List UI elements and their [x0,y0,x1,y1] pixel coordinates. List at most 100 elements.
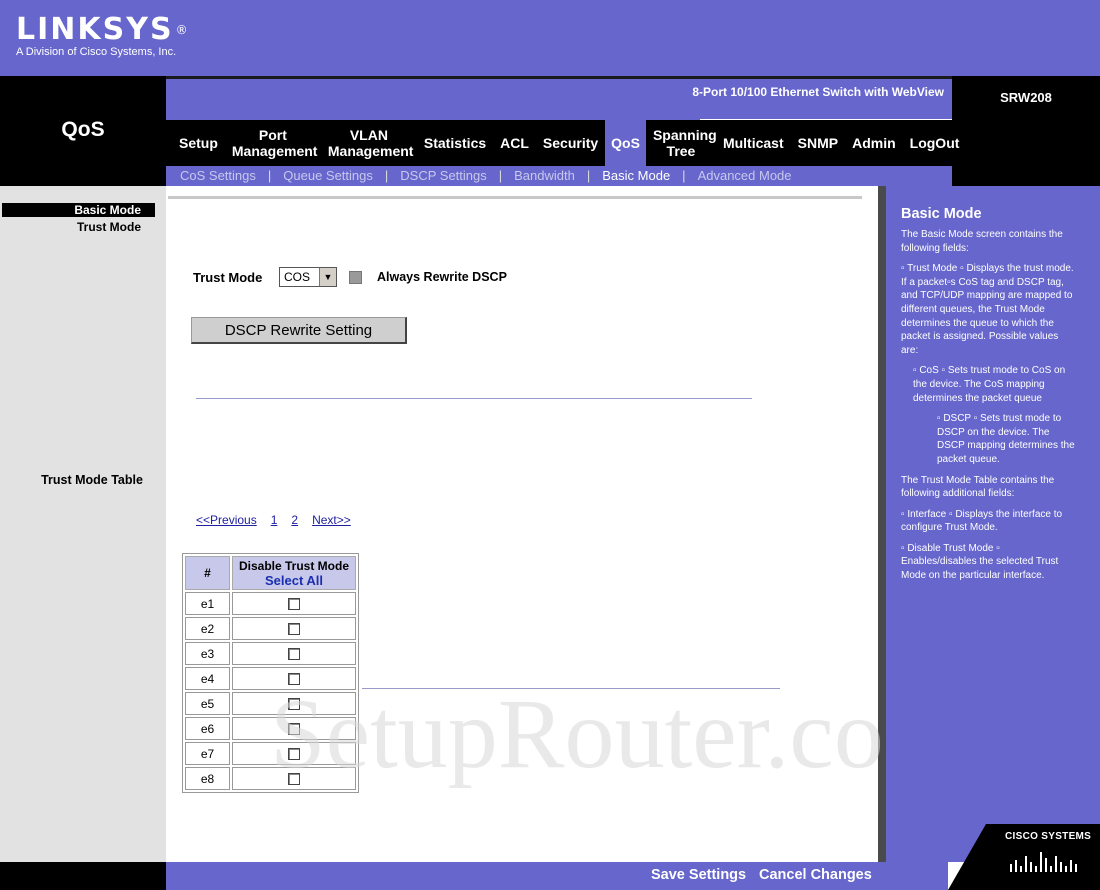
cisco-bridge-icon [1010,852,1077,872]
table-row: e3 [185,642,356,665]
subnav-dscp-settings[interactable]: DSCP Settings [400,168,486,183]
subnav-separator: | [267,168,272,183]
save-settings-button[interactable]: Save Settings [651,867,746,883]
help-interface: ▫ Interface ▫ Displays the interface to … [901,508,1063,534]
interface-cell: e8 [185,767,230,790]
select-all-link[interactable]: Select All [233,573,355,588]
disable-trust-cell [232,617,356,640]
section-divider [196,398,752,399]
interface-cell: e6 [185,717,230,740]
disable-trust-cell [232,767,356,790]
nav-admin[interactable]: Admin [845,135,903,151]
help-body: The Basic Mode screen contains the follo… [901,228,1077,590]
disable-trust-checkbox[interactable] [288,673,300,686]
nav-security[interactable]: Security [536,135,605,151]
table-row: e8 [185,767,356,790]
sidebar-item-basic-mode: Basic Mode [2,203,155,217]
subnav-separator: | [384,168,389,183]
pager-page-1-link[interactable]: 1 [271,513,278,527]
content-right-edge [878,186,886,862]
subnav-separator: | [682,168,686,183]
subnav-separator: | [498,168,503,183]
disable-trust-cell [232,592,356,615]
always-rewrite-dscp-label: Always Rewrite DSCP [377,270,507,284]
section-divider [362,688,780,689]
disable-trust-checkbox[interactable] [288,723,300,736]
logo-tagline: A Division of Cisco Systems, Inc. [16,46,177,58]
footer-left [0,862,166,890]
logo-text: LINKSYS [16,12,174,47]
interface-cell: e2 [185,617,230,640]
help-dscp: ▫ DSCP ▫ Sets trust mode to DSCP on the … [937,413,1075,465]
disable-trust-cell [232,642,356,665]
help-panel: Basic Mode The Basic Mode screen contain… [886,186,1100,862]
sub-nav: CoS Settings | Queue Settings | DSCP Set… [180,168,792,183]
disable-trust-checkbox[interactable] [288,648,300,661]
subnav-basic-mode[interactable]: Basic Mode [602,168,670,183]
disable-trust-checkbox[interactable] [288,698,300,711]
logo-registered-mark: ® [175,23,190,37]
help-intro: The Basic Mode screen contains the follo… [901,229,1063,254]
help-title: Basic Mode [901,206,982,222]
linksys-logo: LINKSYS ® A Division of Cisco Systems, In… [16,14,190,59]
table-row: e1 [185,592,356,615]
interface-cell: e1 [185,592,230,615]
help-disable-trust-mode: ▫ Disable Trust Mode ▫ Enables/disables … [901,542,1059,582]
nav-qos[interactable]: QoS [605,120,646,166]
disable-trust-cell [232,692,356,715]
column-header-number: # [185,556,230,590]
subnav-bandwidth[interactable]: Bandwidth [514,168,575,183]
disable-trust-checkbox[interactable] [288,748,300,761]
nav-multicast[interactable]: Multicast [716,135,791,151]
nav-logout[interactable]: LogOut [903,135,967,151]
pager-previous-link[interactable]: <<Previous [196,513,257,527]
table-row: e5 [185,692,356,715]
subnav-cos-settings[interactable]: CoS Settings [180,168,256,183]
nav-vlan-management[interactable]: VLAN Management [321,127,417,159]
trust-mode-value: COS [284,270,311,284]
disable-trust-mode-header-label: Disable Trust Mode [238,558,350,573]
subnav-advanced-mode[interactable]: Advanced Mode [698,168,792,183]
trust-mode-select[interactable]: COS ▼ [279,267,337,287]
interface-cell: e4 [185,667,230,690]
nav-spanning-tree[interactable]: Spanning Tree [646,127,717,159]
model-number: SRW208 [1000,90,1052,105]
disable-trust-cell [232,667,356,690]
always-rewrite-dscp-checkbox[interactable] [349,271,362,284]
nav-port-management[interactable]: Port Management [225,127,321,159]
main-nav: Setup Port Management VLAN Management St… [166,120,966,166]
nav-acl[interactable]: ACL [493,135,536,151]
interface-cell: e3 [185,642,230,665]
pager-next-link[interactable]: Next>> [312,513,351,527]
help-cos: ▫ CoS ▫ Sets trust mode to CoS on the de… [913,365,1066,404]
trust-mode-table: # Disable Trust Mode Select All e1 e2 e3… [182,553,359,793]
dscp-rewrite-setting-button[interactable]: DSCP Rewrite Setting [191,317,407,344]
cisco-logo-text: CISCO SYSTEMS [1005,831,1092,842]
product-name: 8-Port 10/100 Ethernet Switch with WebVi… [692,85,944,99]
cancel-changes-button[interactable]: Cancel Changes [759,867,872,883]
sidebar-item-trust-mode-table: Trust Mode Table [41,473,143,487]
chevron-down-icon[interactable]: ▼ [319,268,336,286]
table-pager: <<Previous 1 2 Next>> [196,513,365,527]
nav-snmp[interactable]: SNMP [791,135,845,151]
content-top-divider [168,196,862,199]
nav-statistics[interactable]: Statistics [417,135,493,151]
left-sidebar [0,186,166,862]
nav-setup[interactable]: Setup [172,135,225,151]
table-row: e7 [185,742,356,765]
disable-trust-checkbox[interactable] [288,773,300,786]
subnav-queue-settings[interactable]: Queue Settings [283,168,373,183]
disable-trust-cell [232,717,356,740]
disable-trust-cell [232,742,356,765]
product-band: 8-Port 10/100 Ethernet Switch with WebVi… [166,76,952,122]
interface-cell: e7 [185,742,230,765]
help-table-intro: The Trust Mode Table contains the follow… [901,474,1055,500]
subnav-separator: | [586,168,591,183]
disable-trust-checkbox[interactable] [288,598,300,611]
footer-right [882,862,948,890]
table-row: e6 [185,717,356,740]
column-header-disable-trust-mode: Disable Trust Mode Select All [232,556,356,590]
disable-trust-checkbox[interactable] [288,623,300,636]
pager-page-2-link[interactable]: 2 [291,513,298,527]
sidebar-item-trust-mode: Trust Mode [76,220,141,234]
